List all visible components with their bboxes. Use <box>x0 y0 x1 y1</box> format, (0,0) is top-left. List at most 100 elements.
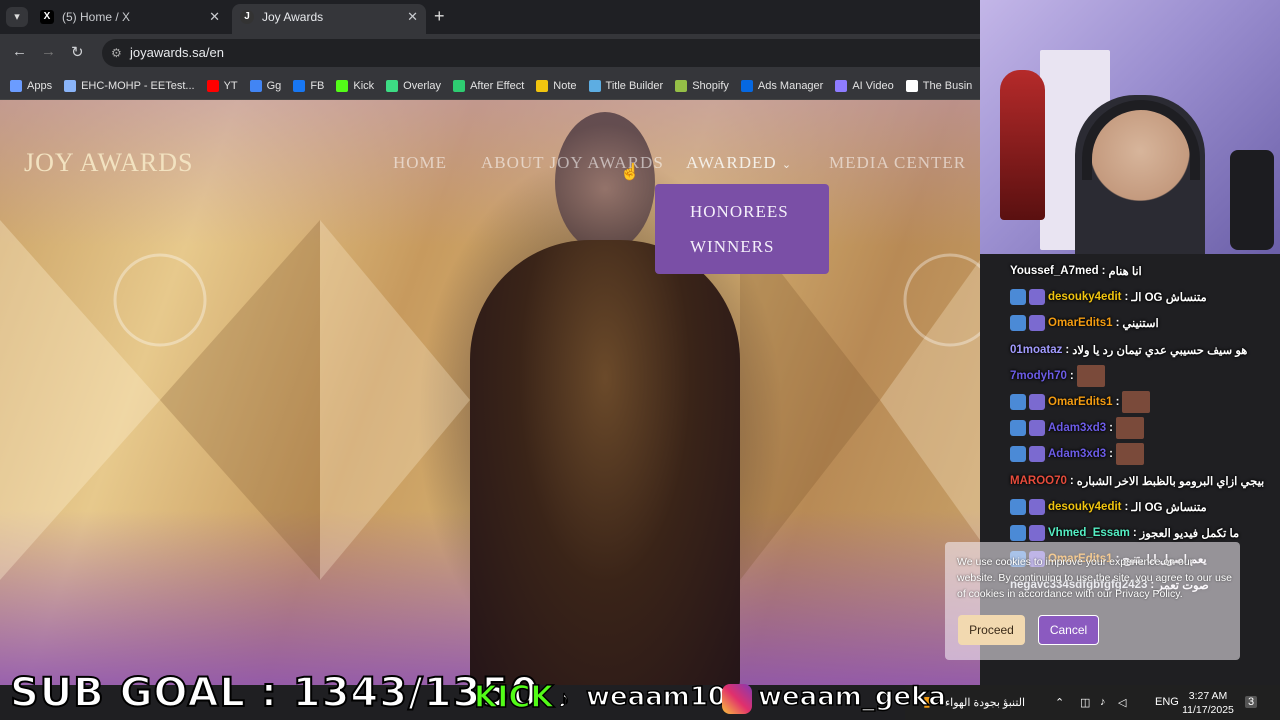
bookmark-gg[interactable]: Gg <box>249 79 281 92</box>
x-logo-icon: X <box>40 10 54 24</box>
hand-cursor-icon: ☝ <box>620 164 640 181</box>
bookmark-the-busin[interactable]: The Busin <box>905 79 972 92</box>
fx-icon <box>453 79 466 92</box>
chat-emote-icon <box>1076 364 1105 387</box>
sub-badge-icon <box>1010 420 1026 437</box>
proceed-button[interactable]: Proceed <box>958 615 1025 645</box>
chat-username[interactable]: desouky4edit <box>1048 291 1122 303</box>
chat-text: بيجي ازاي البرومو بالظبط الاخر الشباره <box>1076 475 1265 488</box>
bookmark-ai-video[interactable]: AI Video <box>835 79 894 92</box>
chat-text: ما تكمل فيديو العجوز <box>1139 528 1240 540</box>
chevron-down-icon: ⌄ <box>781 159 793 171</box>
reload-icon[interactable]: ↻ <box>71 43 84 61</box>
bookmark-apps[interactable]: Apps <box>10 79 52 92</box>
joy-awards-logo[interactable]: JOY AWARDS <box>24 148 193 178</box>
nav-media-center[interactable]: MEDIA CENTER <box>829 153 966 173</box>
bookmark-fb[interactable]: FB <box>293 79 325 92</box>
cancel-button[interactable]: Cancel <box>1038 615 1099 645</box>
chat-username[interactable]: desouky4edit <box>1048 501 1122 513</box>
chat-username[interactable]: Adam3xd3 <box>1048 422 1106 434</box>
dropdown-winners[interactable]: WINNERS <box>690 237 774 257</box>
sub-badge-icon <box>1010 525 1026 541</box>
chat-message: 7modyh70: <box>1010 364 1255 387</box>
forward-icon[interactable]: → <box>41 43 56 60</box>
cookie-consent: We use cookies to improve your experienc… <box>945 542 1240 660</box>
webcam-feed <box>980 0 1280 254</box>
bookmark-yt[interactable]: YT <box>206 79 238 92</box>
ai-video-icon <box>835 79 848 92</box>
chat-text: استنيني <box>1122 318 1159 331</box>
sub-goal-banner: SUB GOAL : 1343/1350 <box>9 669 540 717</box>
chat-message: desouky4edit: الـ OG متنساش <box>1010 286 1255 308</box>
bookmark-shopify[interactable]: Shopify <box>675 79 729 92</box>
nav-awarded[interactable]: AWARDED ⌄ <box>686 153 792 173</box>
volume-icon[interactable]: ◁ <box>1118 696 1126 709</box>
close-tab-icon[interactable]: ✕ <box>407 4 418 30</box>
chat-text: انا هنام <box>1108 266 1142 278</box>
bookmark-after-effect[interactable]: After Effect <box>453 79 525 92</box>
language-indicator[interactable]: ENG <box>1155 696 1179 708</box>
site-info-icon[interactable]: ⚙ <box>111 39 122 67</box>
chat-separator: : <box>1069 369 1074 382</box>
sub-badge-icon <box>1010 289 1026 306</box>
bookmark-overlay[interactable]: Overlay <box>386 79 442 92</box>
bookmark-label: Overlay <box>403 79 442 92</box>
bookmark-ehc-mohp-eetest-[interactable]: EHC-MOHP - EETest... <box>64 79 195 92</box>
nav-home[interactable]: HOME <box>393 153 447 173</box>
chat-text: الـ OG متنساش <box>1131 501 1207 514</box>
tab-x-home[interactable]: X (5) Home / X ✕ <box>32 4 228 34</box>
dropdown-honorees[interactable]: HONOREES <box>690 202 789 222</box>
network-icon[interactable]: ◫ <box>1080 696 1090 709</box>
shopify-icon <box>675 79 688 92</box>
tab-search-button[interactable]: ▾ <box>6 7 28 27</box>
bookmark-label: Shopify <box>692 79 729 92</box>
weather-text[interactable]: التنبؤ بجودة الهواء <box>945 696 1025 709</box>
chat-username[interactable]: 01moataz <box>1010 344 1062 356</box>
browser-toolbar: ← → ↻ ⚙ joyawards.sa/en <box>0 34 982 72</box>
tiktok-icon: ♪ <box>558 686 571 714</box>
chat-username[interactable]: 7modyh70 <box>1010 370 1067 382</box>
chat-separator: : <box>1109 422 1114 435</box>
chat-text: الـ OG متنساش <box>1131 292 1207 305</box>
bookmark-label: EHC-MOHP - EETest... <box>81 79 195 92</box>
chat-username[interactable]: Youssef_A7med <box>1010 265 1099 277</box>
bookmark-label: After Effect <box>470 79 525 92</box>
close-tab-icon[interactable]: ✕ <box>209 4 220 30</box>
microphone <box>1230 150 1274 250</box>
chat-separator: : <box>1124 291 1129 304</box>
chat-username[interactable]: OmarEdits1 <box>1048 317 1113 329</box>
bookmark-ads-manager[interactable]: Ads Manager <box>740 79 823 92</box>
new-tab-icon[interactable]: + <box>434 6 445 27</box>
sub-badge-icon <box>1010 394 1026 410</box>
chat-separator: : <box>1065 343 1070 356</box>
chat-separator: : <box>1124 500 1129 513</box>
chat-message: Youssef_A7med: انا هنام <box>1010 260 1255 282</box>
tab-title: (5) Home / X <box>62 10 131 24</box>
chat-message: desouky4edit: الـ OG متنساش <box>1010 496 1255 518</box>
chat-message: OmarEdits1: استنيني <box>1010 312 1255 334</box>
chat-username[interactable]: Vhmed_Essam <box>1048 527 1130 539</box>
back-icon[interactable]: ← <box>12 43 27 60</box>
chat-message: Adam3xd3: <box>1010 443 1255 466</box>
address-bar[interactable]: ⚙ joyawards.sa/en <box>102 39 982 67</box>
google-icon <box>249 79 262 92</box>
url-text: joyawards.sa/en <box>130 45 224 60</box>
chat-username[interactable]: MAROO70 <box>1010 475 1067 487</box>
chat-username[interactable]: OmarEdits1 <box>1048 396 1113 408</box>
tab-joy-awards[interactable]: J Joy Awards ✕ <box>232 4 426 34</box>
sub-badge-icon <box>1010 498 1026 515</box>
clock[interactable]: 3:27 AM 11/17/2025 <box>1180 689 1236 717</box>
chat-message: Vhmed_Essam: ما تكمل فيديو العجوز <box>1010 522 1255 544</box>
clock-date: 11/17/2025 <box>1182 704 1234 716</box>
note-icon <box>536 79 549 92</box>
globe-icon <box>64 79 77 92</box>
notifications-icon[interactable]: 3 <box>1245 696 1258 708</box>
chat-username[interactable]: Adam3xd3 <box>1048 448 1106 460</box>
clock-time: 3:27 AM <box>1188 690 1228 702</box>
mic-icon[interactable]: ♪ <box>1100 696 1106 708</box>
bookmark-title-builder[interactable]: Title Builder <box>588 79 663 92</box>
chevron-up-icon[interactable]: ⌃ <box>1055 696 1064 709</box>
bookmark-label: FB <box>310 79 325 92</box>
bookmark-kick[interactable]: Kick <box>336 79 374 92</box>
bookmark-note[interactable]: Note <box>536 79 577 92</box>
